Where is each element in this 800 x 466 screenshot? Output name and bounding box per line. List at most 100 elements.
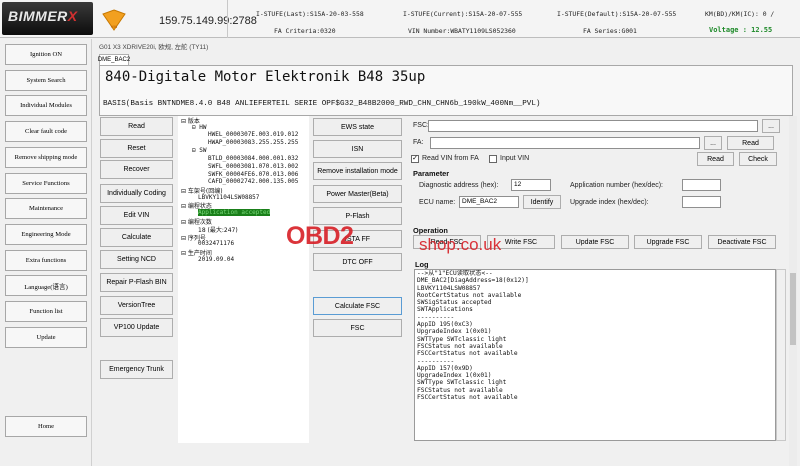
read-vin-fa-checkbox[interactable]: ✓: [411, 155, 419, 163]
ecu-basis: BASIS(Basis BNTNDME8.4.0 B48 ANLIEFERTEI…: [103, 100, 541, 108]
ignition-on-button[interactable]: Ignition ON: [5, 44, 87, 65]
extra-functions-button[interactable]: Extra functions: [5, 250, 87, 271]
vehicle-description: G01 X3 XDRIVE20i, 欧规, 左舵 (TY11): [99, 44, 209, 51]
istufe-default: I-STUFE(Default):S15A-20-07-555: [557, 10, 677, 18]
version-tree-button[interactable]: VersionTree: [100, 296, 173, 315]
tree-node-sw[interactable]: ⊟ SW: [192, 147, 206, 154]
update-fsc-button[interactable]: Update FSC: [561, 235, 629, 249]
log-line: SWTType SWTclassic light: [417, 379, 507, 387]
vp100-update-button[interactable]: VP100 Update: [100, 318, 173, 337]
tree-leaf: HWEL_0000307E.003.019.012: [208, 131, 299, 138]
fsc-button[interactable]: FSC: [313, 319, 402, 337]
individually-coding-button[interactable]: Individually Coding: [100, 184, 173, 203]
watermark-logo: OBD2: [286, 222, 354, 250]
header-divider: [227, 0, 228, 38]
isn-button[interactable]: ISN: [313, 140, 402, 158]
remove-shipping-mode-button[interactable]: Remove shipping mode: [5, 147, 87, 168]
fsc-field[interactable]: [428, 120, 758, 132]
read-vin-button[interactable]: Read: [697, 152, 734, 166]
fa-browse-button[interactable]: ...: [704, 136, 722, 150]
bimmerx-logo: BIMMERX: [2, 2, 93, 35]
log-line: FSCStatus not available: [417, 342, 503, 350]
ecu-info-tree: ⊟ 版本 ⊟ HW HWEL_0000307E.003.019.012 HWAP…: [178, 116, 309, 443]
identify-button[interactable]: Identify: [523, 195, 561, 209]
fa-read-button[interactable]: Read: [727, 136, 774, 150]
log-line: FSCCertStatus not available: [417, 350, 518, 358]
tree-leaf-selected[interactable]: Application accepted: [198, 209, 271, 216]
tree-leaf: SWFK_00004FE6.070.013.006: [208, 171, 299, 178]
left-sidebar: Ignition ON System Search Individual Mod…: [0, 39, 92, 466]
emergency-trunk-button[interactable]: Emergency Trunk: [100, 360, 173, 379]
read-button[interactable]: Read: [100, 117, 173, 136]
upgrade-index-field[interactable]: [682, 196, 721, 208]
calculate-fsc-button[interactable]: Calculate FSC: [313, 297, 402, 315]
log-output[interactable]: -->从"1"ECU读取状态<-- DME_BAC2[DiagAddress=1…: [414, 269, 776, 441]
svg-text:VIN: VIN: [111, 24, 118, 29]
fsc-browse-button[interactable]: ...: [762, 119, 780, 133]
service-functions-button[interactable]: Service Functions: [5, 173, 87, 194]
fsc-label: FSC:: [413, 122, 429, 129]
tree-leaf: 2019.09.04: [198, 256, 235, 263]
upgrade-fsc-button[interactable]: Upgrade FSC: [634, 235, 702, 249]
language-button[interactable]: Language(语言): [5, 275, 87, 296]
ecu-name-field[interactable]: DME_BAC2: [459, 196, 519, 208]
maintenance-button[interactable]: Maintenance: [5, 198, 87, 219]
log-line: AppID 195(0xC3): [417, 321, 473, 329]
operation-heading: Operation: [413, 226, 448, 235]
ecu-title-box: 840-Digitale Motor Elektronik B48 35up B…: [99, 65, 793, 116]
tree-leaf: 0032471176: [198, 240, 235, 247]
upgrade-index-label: Upgrade index (hex/dec):: [570, 199, 649, 206]
log-line: ----------: [417, 357, 455, 365]
home-button[interactable]: Home: [5, 416, 87, 437]
system-search-button[interactable]: System Search: [5, 70, 87, 91]
log-line: AppID 157(0x9D): [417, 364, 473, 372]
voltage-readout: Voltage : 12.55: [709, 26, 773, 34]
individual-modules-button[interactable]: Individual Modules: [5, 95, 87, 116]
check-button[interactable]: Check: [739, 152, 777, 166]
tab-dme-bac2[interactable]: DME_BAC2: [98, 54, 130, 65]
panel-scrollbar-thumb[interactable]: [790, 273, 796, 345]
recover-button[interactable]: Recover: [100, 160, 173, 179]
fa-field[interactable]: [430, 137, 700, 149]
ews-state-button[interactable]: EWS state: [313, 118, 402, 136]
istufe-current: I-STUFE(Current):S15A-20-07-555: [403, 10, 523, 18]
edit-vin-button[interactable]: Edit VIN: [100, 206, 173, 225]
tree-leaf: HWAP_00003083.255.255.255: [208, 139, 299, 146]
header-bar: BIMMERX VIN 159.75.149.99:2788 I-STUFE(L…: [0, 0, 800, 38]
reset-button[interactable]: Reset: [100, 139, 173, 158]
vin-number: VIN Number:WBATY1109LS052360: [408, 27, 516, 35]
input-vin-label: Input VIN: [500, 155, 530, 162]
repair-pflash-bin-button[interactable]: Repair P-Flash BIN: [100, 273, 173, 292]
log-scrollbar[interactable]: [776, 269, 786, 441]
mileage: KM(BD)/KM(IC): 0 /: [705, 10, 775, 18]
engineering-mode-button[interactable]: Engineering Mode: [5, 224, 87, 245]
log-line: SWTType SWTclassic light: [417, 335, 507, 343]
watermark-domain: shop.co.uk: [419, 235, 502, 254]
tree-leaf: CAFD_00002742.000.135.005: [208, 178, 299, 185]
log-line: -->从"1"ECU读取状态<--: [417, 270, 493, 277]
clear-fault-code-button[interactable]: Clear fault code: [5, 121, 87, 142]
logo-text: BIMMERX: [8, 8, 78, 24]
deactivate-fsc-button[interactable]: Deactivate FSC: [708, 235, 776, 249]
log-line: ----------: [417, 313, 455, 321]
fa-label: FA:: [413, 139, 424, 146]
fa-series: FA Series:G001: [583, 27, 637, 35]
calculate-button[interactable]: Calculate: [100, 228, 173, 247]
tree-node-hw[interactable]: ⊟ HW: [192, 124, 206, 131]
log-line: FSCStatus not available: [417, 386, 503, 394]
update-button[interactable]: Update: [5, 327, 87, 348]
ecu-name-label: ECU name:: [419, 199, 456, 206]
setting-ncd-button[interactable]: Setting NCD: [100, 250, 173, 269]
ecu-title: 840-Digitale Motor Elektronik B48 35up: [105, 69, 426, 85]
input-vin-checkbox[interactable]: [489, 155, 497, 163]
log-line: SWSigStatus accepted: [417, 299, 492, 307]
remove-installation-mode-button[interactable]: Remove installation mode: [313, 162, 402, 180]
log-line: DME_BAC2[DiagAddress=18(0x12)]: [417, 277, 529, 285]
dtc-off-button[interactable]: DTC OFF: [313, 253, 402, 271]
function-list-button[interactable]: Function list: [5, 301, 87, 322]
app-number-field[interactable]: [682, 179, 721, 191]
diag-address-field[interactable]: 12: [511, 179, 551, 191]
power-master-button[interactable]: Power Master(Beta): [313, 185, 402, 203]
app-number-label: Application number (hex/dec):: [570, 182, 663, 189]
vin-badge-icon: VIN: [102, 9, 126, 31]
